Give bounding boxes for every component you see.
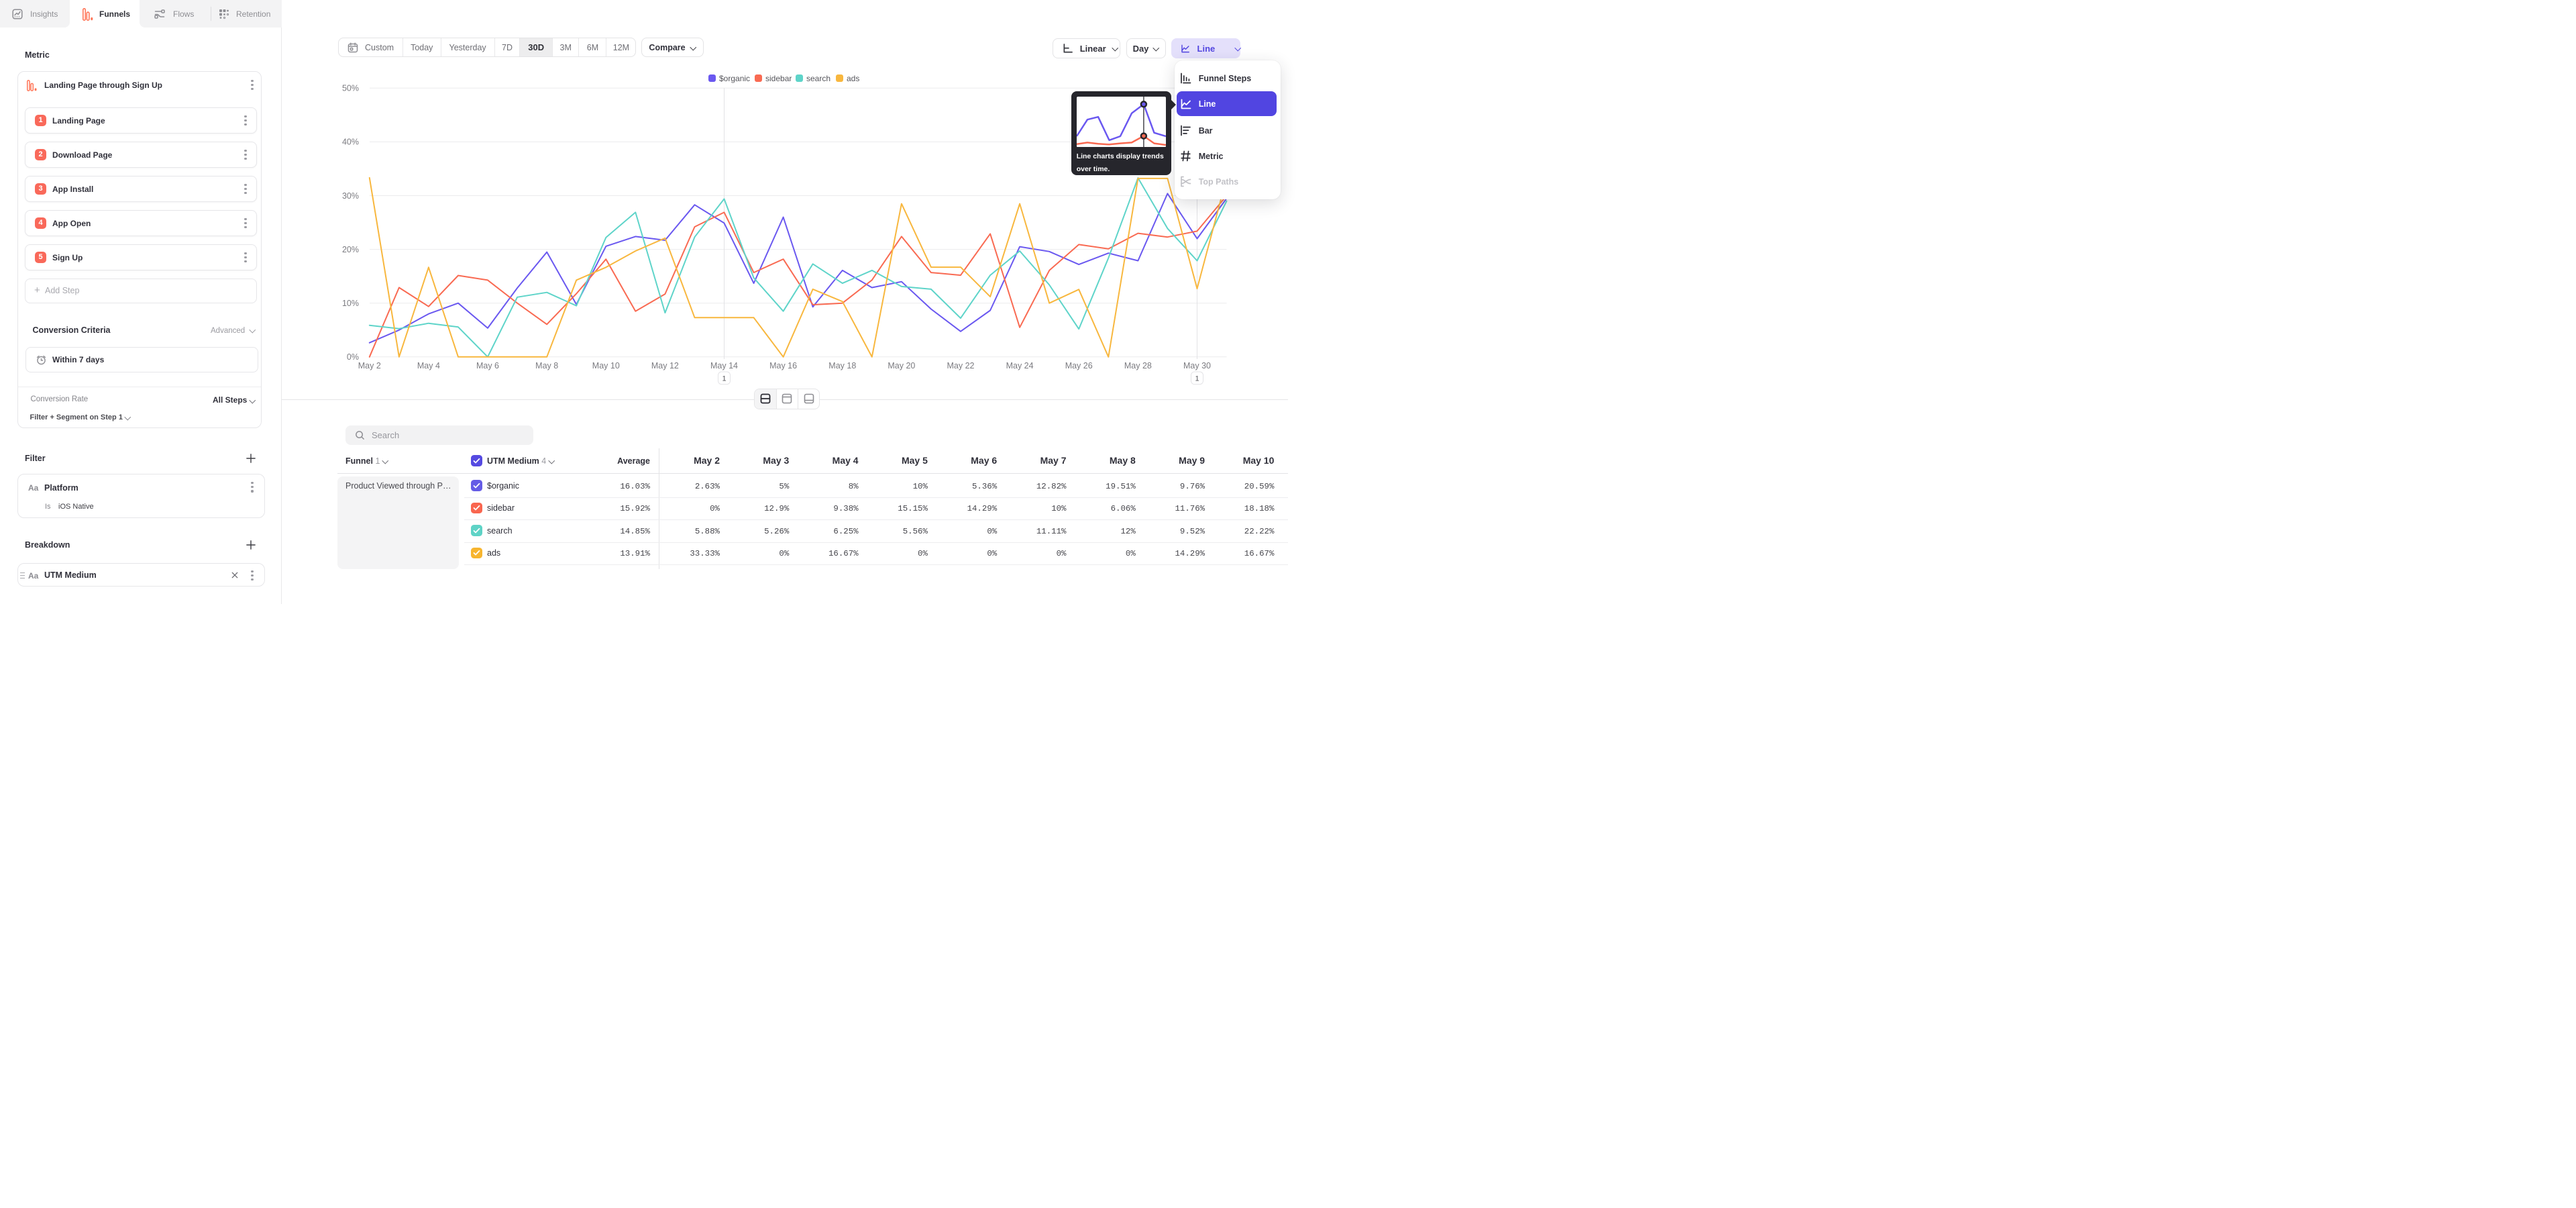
svg-text:1: 1 — [1195, 375, 1199, 383]
svg-text:20%: 20% — [342, 245, 359, 254]
svg-text:May 28: May 28 — [1124, 361, 1152, 370]
svg-text:May 4: May 4 — [417, 361, 440, 370]
svg-text:May 2: May 2 — [358, 361, 381, 370]
svg-text:10%: 10% — [342, 299, 359, 308]
svg-text:1: 1 — [722, 375, 726, 383]
svg-text:50%: 50% — [342, 84, 359, 93]
svg-text:May 24: May 24 — [1006, 361, 1034, 370]
svg-text:May 8: May 8 — [535, 361, 558, 370]
svg-text:May 10: May 10 — [592, 361, 620, 370]
svg-text:May 30: May 30 — [1183, 361, 1211, 370]
svg-text:May 6: May 6 — [476, 361, 499, 370]
svg-text:30%: 30% — [342, 191, 359, 201]
svg-text:40%: 40% — [342, 138, 359, 147]
svg-text:May 16: May 16 — [769, 361, 797, 370]
svg-text:May 22: May 22 — [947, 361, 975, 370]
svg-text:May 20: May 20 — [888, 361, 915, 370]
svg-text:May 14: May 14 — [710, 361, 738, 370]
svg-text:May 18: May 18 — [828, 361, 856, 370]
svg-text:0%: 0% — [347, 352, 359, 362]
svg-text:May 26: May 26 — [1065, 361, 1093, 370]
svg-text:May 12: May 12 — [651, 361, 679, 370]
